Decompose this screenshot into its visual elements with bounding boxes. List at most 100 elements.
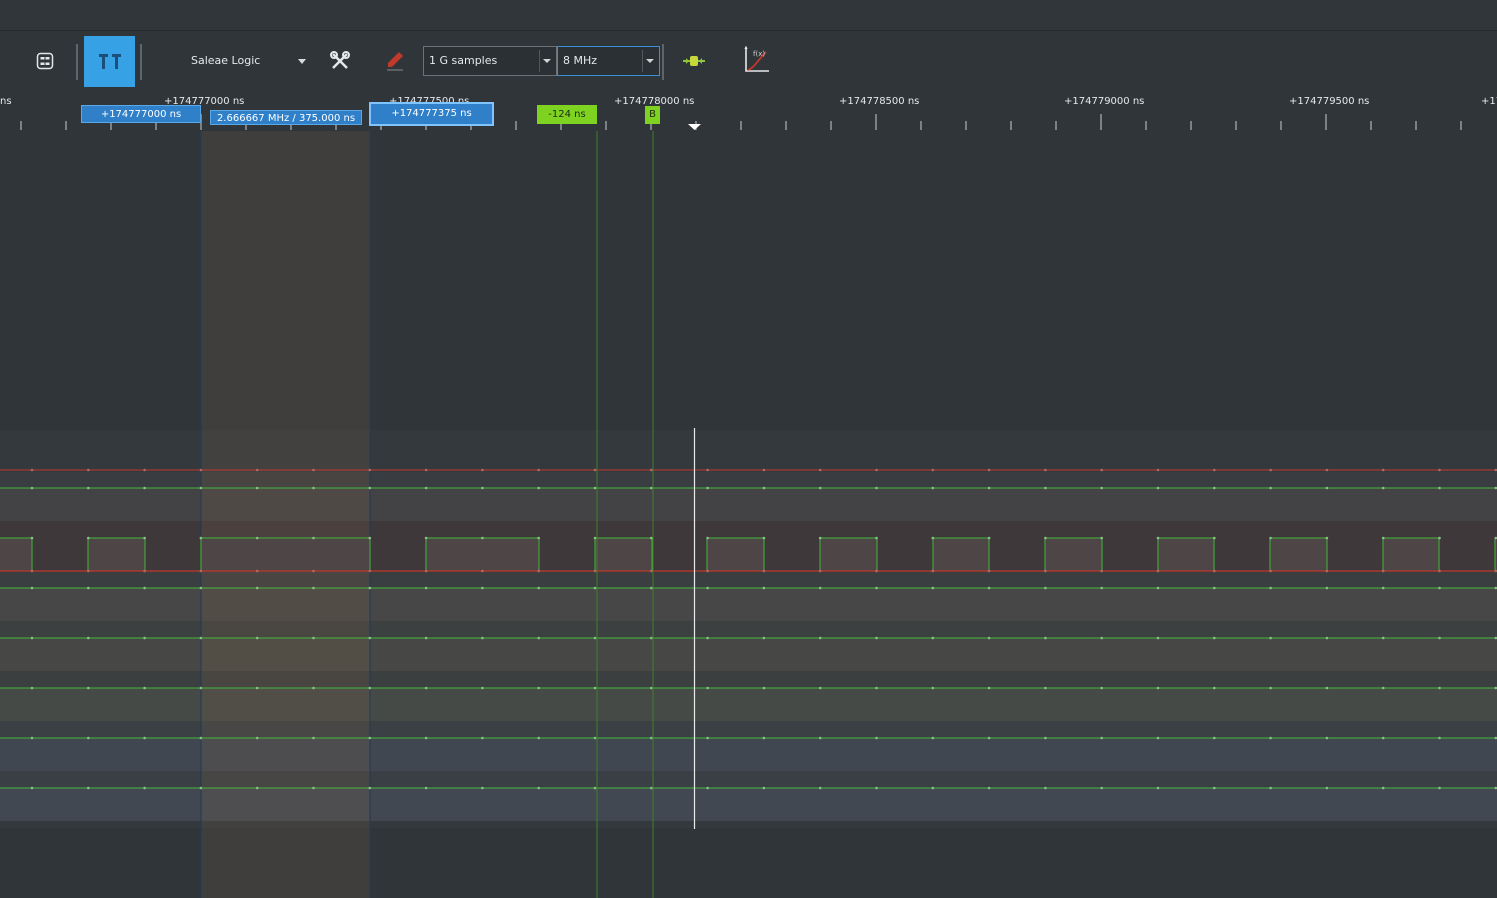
sample-dot — [1213, 786, 1216, 790]
sample-dot — [650, 486, 653, 490]
sample-dot — [1325, 636, 1329, 640]
sample-dot — [1044, 586, 1047, 590]
sample-dot — [1213, 569, 1216, 573]
sample-dot — [255, 686, 259, 690]
sample-dot — [875, 569, 878, 573]
sample-dot — [424, 736, 428, 740]
device-name[interactable]: Saleae Logic — [191, 54, 260, 67]
clock-high-fill — [0, 538, 32, 571]
timing-marker-end-label[interactable]: +174777375 ns — [369, 102, 494, 126]
sample-dot — [1156, 586, 1160, 590]
sample-dot — [424, 569, 428, 573]
timing-marker-start-label[interactable]: +174777000 ns — [81, 105, 201, 123]
sample-dot — [1213, 536, 1216, 540]
sample-dot — [1381, 468, 1385, 472]
sample-dot — [481, 586, 484, 590]
settings-button[interactable] — [327, 48, 353, 74]
sample-dot — [199, 686, 203, 690]
sample-dot — [931, 569, 935, 573]
toolbar-separator — [140, 44, 142, 80]
sample-dot — [1381, 636, 1385, 640]
sample-dot — [143, 468, 146, 472]
sample-dot — [30, 786, 34, 790]
sample-dot — [30, 586, 34, 590]
sample-dot — [537, 569, 540, 573]
sample-dot — [1325, 468, 1329, 472]
sample-dot — [368, 536, 372, 540]
sample-dot — [875, 586, 878, 590]
sample-dot — [87, 569, 90, 573]
sample-dot — [762, 536, 766, 540]
sample-dot — [1325, 686, 1329, 690]
sample-dot — [143, 569, 146, 573]
sample-dot — [1213, 736, 1216, 740]
sample-dot — [143, 486, 146, 490]
sample-dot — [1213, 686, 1216, 690]
sample-dot — [30, 468, 34, 472]
sample-dot — [818, 569, 822, 573]
sample-dot — [875, 786, 878, 790]
sample-dot — [650, 536, 653, 540]
sample-dot — [1044, 569, 1047, 573]
sample-dot — [1381, 536, 1385, 540]
sample-dot — [875, 536, 878, 540]
sample-dot — [762, 586, 766, 590]
sample-dot — [87, 736, 90, 740]
sample-dot — [1269, 586, 1272, 590]
sample-dot — [312, 636, 315, 640]
sample-dot — [1269, 486, 1272, 490]
sample-dot — [1269, 569, 1272, 573]
svg-text:f(x): f(x) — [753, 50, 765, 58]
sample-dot — [762, 486, 766, 490]
sample-dot — [1100, 636, 1103, 640]
sample-dot — [199, 536, 203, 540]
sample-dot — [1381, 736, 1385, 740]
sample-dot — [424, 468, 428, 472]
sample-dot — [368, 786, 372, 790]
sample-dot — [1100, 736, 1103, 740]
clock-high-fill — [595, 538, 652, 571]
sample-dot — [255, 786, 259, 790]
sample-dot — [931, 468, 935, 472]
sample-dot — [931, 786, 935, 790]
sample-dot — [30, 686, 34, 690]
marker-b-flag[interactable]: B — [645, 106, 660, 124]
sample-dot — [762, 786, 766, 790]
waveform-area[interactable] — [0, 131, 1497, 898]
sample-dot — [537, 636, 540, 640]
sample-rate-select[interactable]: 8 MHz — [557, 46, 660, 76]
sample-dot — [312, 536, 315, 540]
measurements-button[interactable]: f(x) — [741, 45, 771, 75]
ruler-tick-label: +17 — [1481, 96, 1497, 107]
sample-dot — [1381, 686, 1385, 690]
sample-dot — [1044, 468, 1047, 472]
sample-dot — [1269, 686, 1272, 690]
trigger-button[interactable] — [681, 49, 707, 73]
sample-dot — [255, 569, 259, 573]
sample-dot — [368, 586, 372, 590]
pause-button[interactable] — [84, 36, 135, 87]
sample-dot — [1100, 686, 1103, 690]
sample-dot — [424, 486, 428, 490]
clock-high-fill — [933, 538, 989, 571]
sample-count-select[interactable]: 1 G samples — [423, 46, 557, 76]
cursor-arrow-icon — [688, 124, 701, 130]
sample-dot — [1156, 569, 1160, 573]
scan-button[interactable] — [33, 49, 57, 73]
device-dropdown-arrow-icon[interactable] — [298, 59, 306, 64]
sample-dot — [87, 786, 90, 790]
sample-dot — [424, 786, 428, 790]
sample-dot — [1100, 569, 1103, 573]
sample-dot — [1438, 786, 1441, 790]
annotate-button[interactable] — [382, 48, 408, 74]
sample-dot — [650, 468, 653, 472]
sample-dot — [1381, 586, 1385, 590]
sample-dot — [87, 686, 90, 690]
sample-dot — [368, 486, 372, 490]
sample-dot — [143, 636, 146, 640]
sample-dot — [1156, 736, 1160, 740]
sample-dot — [875, 486, 878, 490]
sample-dot — [481, 686, 484, 690]
sample-dot — [818, 786, 822, 790]
sample-dot — [818, 468, 822, 472]
